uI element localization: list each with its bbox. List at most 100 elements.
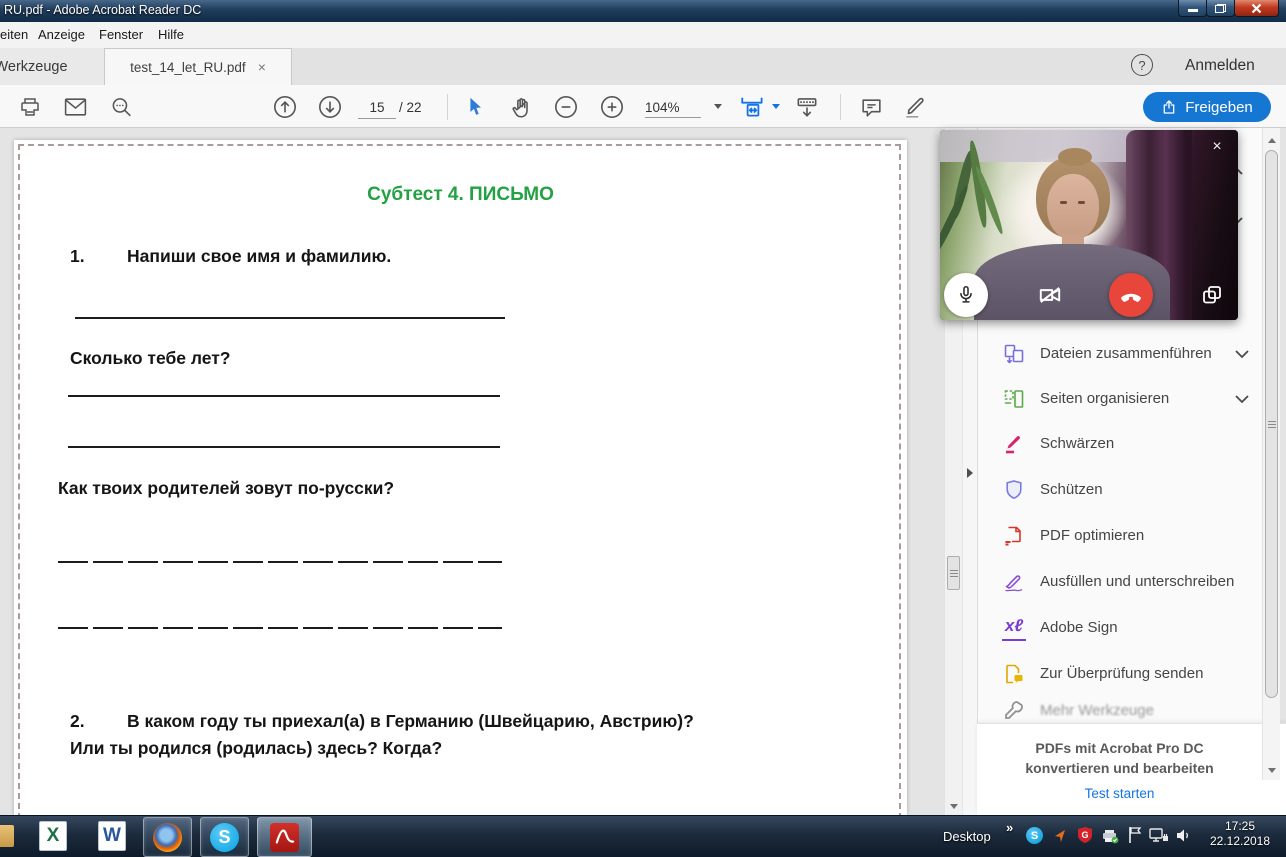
zoom-dropdown-caret-icon[interactable] xyxy=(714,104,722,109)
question-2-line1: В каком году ты приехал(а) в Германию (Ш… xyxy=(127,711,694,732)
tray-skype-icon[interactable]: S xyxy=(1026,827,1043,844)
search-button[interactable] xyxy=(106,94,136,120)
desktop-screen: RU.pdf - Adobe Acrobat Reader DC eiten A… xyxy=(0,0,1286,857)
question-age-text: Сколько тебе лет? xyxy=(70,348,231,369)
promo-text-line2: konvertieren und bearbeiten xyxy=(977,760,1262,776)
scroll-down-arrow-icon[interactable] xyxy=(1268,768,1276,773)
sidebar-item-send-review[interactable]: Zur Überprüfung senden xyxy=(978,651,1262,696)
arrow-up-circle-icon xyxy=(272,94,298,120)
person-face xyxy=(1047,174,1099,240)
page-number-input[interactable] xyxy=(358,96,396,119)
comment-button[interactable] xyxy=(856,94,886,120)
close-button[interactable] xyxy=(1234,0,1279,17)
desktop-toolbar-label[interactable]: Desktop xyxy=(943,829,991,844)
scroll-up-arrow-icon[interactable] xyxy=(1268,138,1276,143)
tray-app-icon[interactable] xyxy=(1052,828,1068,844)
switch-view-button[interactable] xyxy=(1191,273,1233,317)
tab-document[interactable]: test_14_let_RU.pdf × xyxy=(104,48,292,85)
menu-item-fenster[interactable]: Fenster xyxy=(99,27,143,42)
help-icon[interactable]: ? xyxy=(1131,54,1153,76)
tray-network-icon[interactable] xyxy=(1149,827,1169,844)
envelope-icon xyxy=(63,96,88,118)
share-button[interactable]: Freigeben xyxy=(1143,92,1271,122)
email-button[interactable] xyxy=(60,94,90,120)
zoom-out-button[interactable] xyxy=(551,94,581,120)
window-title: RU.pdf - Adobe Acrobat Reader DC xyxy=(4,3,201,17)
highlight-button[interactable] xyxy=(900,94,930,120)
sidebar-item-redact[interactable]: Schwärzen xyxy=(978,421,1262,466)
sign-in-link[interactable]: Anmelden xyxy=(1185,57,1255,75)
zoom-in-button[interactable] xyxy=(597,94,627,120)
hang-up-button[interactable] xyxy=(1109,273,1153,317)
chevron-down-icon[interactable] xyxy=(1234,394,1250,404)
answer-line xyxy=(75,317,505,319)
taskbar-firefox-button[interactable] xyxy=(143,817,192,857)
print-button[interactable] xyxy=(15,94,45,120)
previous-page-button[interactable] xyxy=(270,94,300,120)
redact-marker-icon xyxy=(1002,432,1026,456)
sidebar-item-label: Adobe Sign xyxy=(1040,619,1118,636)
tray-gdata-shield-icon[interactable]: G xyxy=(1076,826,1094,844)
taskbar-excel-icon[interactable]: X xyxy=(33,817,73,855)
menu-item-bearbeiten-partial[interactable]: eiten xyxy=(0,27,28,42)
organize-pages-icon xyxy=(1002,387,1026,411)
tray-action-center-flag-icon[interactable] xyxy=(1127,826,1143,844)
video-close-icon[interactable]: × xyxy=(1206,136,1228,158)
next-page-button[interactable] xyxy=(315,94,345,120)
taskbar-skype-button[interactable]: S xyxy=(200,817,249,857)
zoom-level-value[interactable]: 104% xyxy=(645,100,701,118)
chevron-down-icon[interactable] xyxy=(1234,349,1250,359)
fit-dropdown-caret-icon[interactable] xyxy=(772,104,780,109)
fit-width-button[interactable] xyxy=(738,94,768,120)
video-call-overlay[interactable]: × xyxy=(940,130,1238,320)
sidebar-item-protect[interactable]: Schützen xyxy=(978,467,1262,512)
answer-dashed-line xyxy=(58,627,502,629)
sidebar-item-adobe-sign[interactable]: xℓ Adobe Sign xyxy=(978,605,1262,650)
menu-item-anzeige[interactable]: Anzeige xyxy=(38,27,85,42)
camera-off-icon xyxy=(1037,282,1063,308)
taskbar-clock[interactable]: 17:25 22.12.2018 xyxy=(1200,819,1280,849)
tab-close-icon[interactable]: × xyxy=(258,60,266,74)
sidebar-item-label: PDF optimieren xyxy=(1040,527,1144,544)
minimize-button[interactable] xyxy=(1178,0,1207,17)
camera-off-button[interactable] xyxy=(1028,273,1072,317)
scroll-down-arrow-icon[interactable] xyxy=(950,804,958,809)
tray-volume-icon[interactable] xyxy=(1175,827,1193,844)
menu-item-hilfe[interactable]: Hilfe xyxy=(158,27,184,42)
sidebar-item-fill-sign[interactable]: Ausfüllen und unterschreiben xyxy=(978,559,1262,604)
hang-up-phone-icon xyxy=(1118,282,1144,308)
sidebar-item-more-tools-partial[interactable]: Mehr Werkzeuge xyxy=(978,697,1262,723)
taskbar-acrobat-button[interactable] xyxy=(257,817,312,857)
taskbar-word-icon[interactable]: W xyxy=(92,817,132,855)
svg-text:G: G xyxy=(1081,830,1088,840)
answer-line xyxy=(68,395,500,397)
sidebar-item-organize-pages[interactable]: Seiten organisieren xyxy=(978,376,1262,421)
scroll-mode-button[interactable] xyxy=(792,94,822,120)
sidebar-scrollbar-thumb[interactable] xyxy=(1265,150,1278,698)
sidebar-item-label: Seiten organisieren xyxy=(1040,390,1169,407)
title-bar: RU.pdf - Adobe Acrobat Reader DC xyxy=(0,0,1286,22)
restore-button[interactable] xyxy=(1206,0,1235,17)
tray-printer-icon[interactable] xyxy=(1101,828,1119,844)
pdf-scrollbar-thumb[interactable] xyxy=(947,556,960,590)
promo-text-line1: PDFs mit Acrobat Pro DC xyxy=(977,740,1262,756)
fit-width-icon xyxy=(739,94,767,120)
sidebar-item-optimize-pdf[interactable]: PDF optimieren xyxy=(978,513,1262,558)
tab-werkzeuge[interactable]: Werkzeuge xyxy=(0,48,105,85)
combine-files-icon xyxy=(1002,342,1026,366)
scrollbar-grip-icon xyxy=(1268,421,1276,428)
start-trial-link[interactable]: Test starten xyxy=(977,786,1262,801)
question-parents-text: Как твоих родителей зовут по-русски? xyxy=(58,478,394,499)
sidebar-scrollbar[interactable] xyxy=(1262,128,1280,780)
taskbar-overflow-chevron[interactable]: » xyxy=(1006,820,1013,835)
taskbar-folder-icon[interactable] xyxy=(0,825,14,847)
mute-microphone-button[interactable] xyxy=(944,273,988,317)
answer-line xyxy=(68,446,500,448)
sidebar-item-label: Schützen xyxy=(1040,481,1103,498)
search-icon xyxy=(109,95,134,120)
hand-tool-button[interactable] xyxy=(506,94,536,120)
select-tool-button[interactable] xyxy=(460,94,490,120)
expand-panel-arrow-icon[interactable] xyxy=(967,468,973,478)
sidebar-item-combine-files[interactable]: Dateien zusammenführen xyxy=(978,331,1262,376)
tab-document-label: test_14_let_RU.pdf xyxy=(130,60,246,75)
